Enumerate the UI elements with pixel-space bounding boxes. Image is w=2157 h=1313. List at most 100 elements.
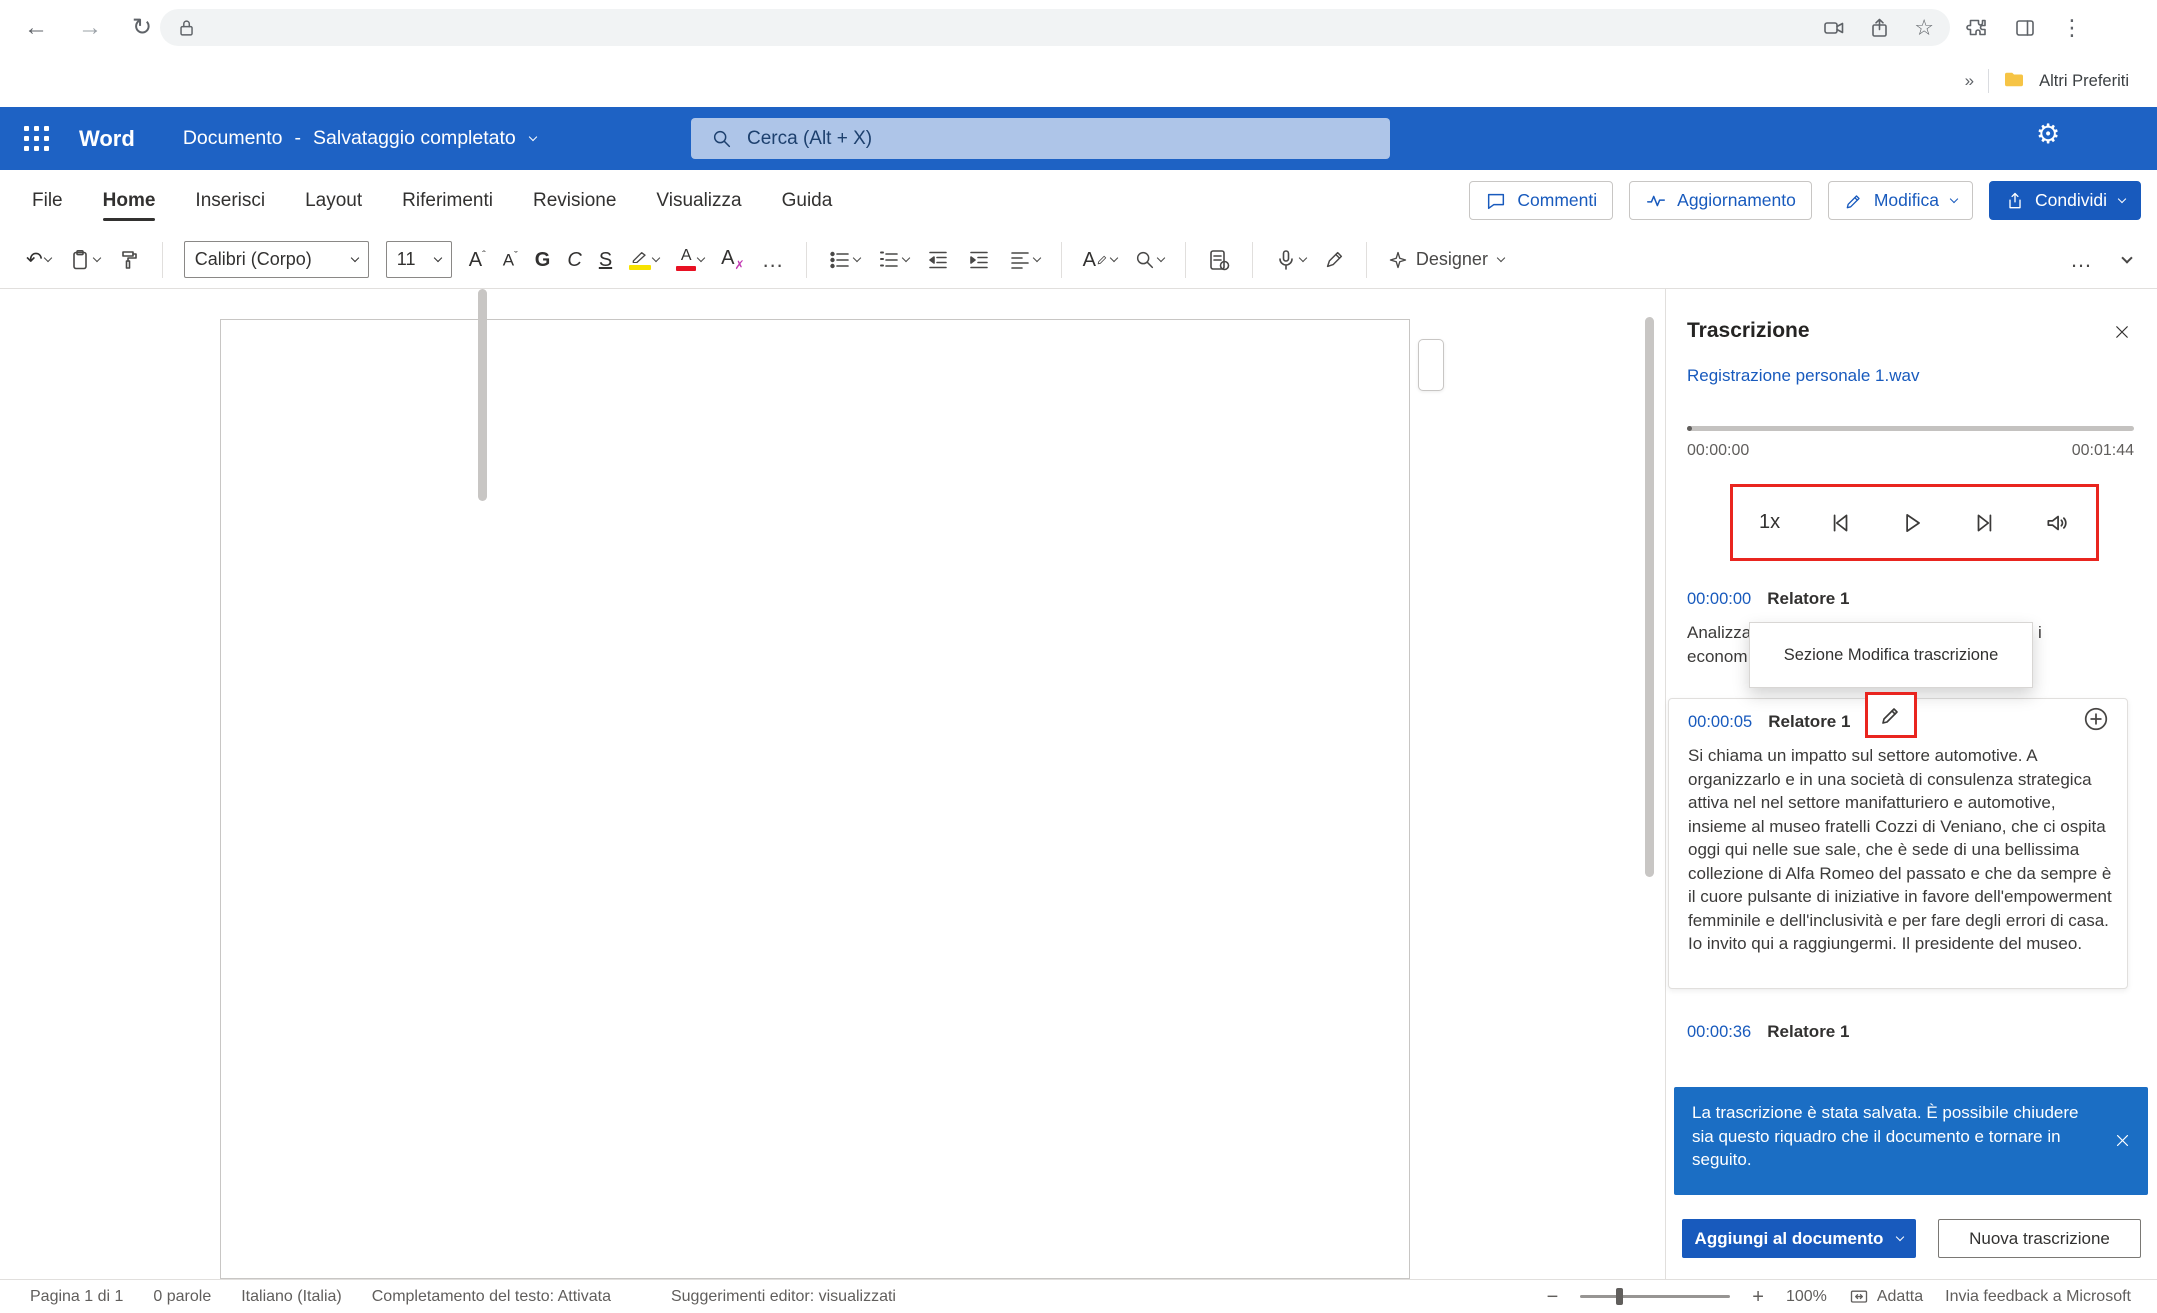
transcript-entry-1-header[interactable]: 00:00:00 Relatore 1 — [1687, 589, 1849, 609]
tab-layout[interactable]: Layout — [305, 170, 362, 231]
word-count[interactable]: 0 parole — [153, 1288, 211, 1306]
ribbon-overflow-button[interactable]: … — [762, 247, 785, 273]
tab-inserisci[interactable]: Inserisci — [195, 170, 265, 231]
playback-progress-bar[interactable] — [1687, 426, 2134, 431]
find-button[interactable] — [1134, 249, 1164, 271]
new-transcription-button[interactable]: Nuova trascrizione — [1938, 1219, 2141, 1258]
playback-speed-button[interactable]: 1x — [1759, 511, 1780, 534]
add-section-icon[interactable] — [2083, 706, 2109, 732]
omnibox-actions: ☆ — [1822, 15, 1934, 41]
bookmarks-overflow-button[interactable]: » — [1965, 71, 1974, 91]
entry-speaker: Relatore 1 — [1767, 589, 1849, 609]
alignment-button[interactable] — [1008, 248, 1040, 272]
clear-formatting-button[interactable]: A✗ — [721, 248, 744, 271]
dictate-button[interactable] — [1274, 248, 1306, 272]
extensions-icon[interactable] — [1965, 16, 1989, 40]
skip-back-icon[interactable] — [1827, 510, 1853, 536]
numbered-list-icon — [877, 248, 901, 272]
app-name[interactable]: Word — [79, 126, 135, 152]
tab-revisione[interactable]: Revisione — [533, 170, 616, 231]
document-scrollbar[interactable] — [1645, 317, 1654, 877]
entry-timestamp[interactable]: 00:00:05 — [1688, 713, 1752, 732]
font-size-select[interactable]: 11 — [386, 241, 452, 278]
close-panel-icon[interactable] — [2109, 319, 2135, 345]
close-notification-icon[interactable] — [2110, 1128, 2134, 1152]
transcript-entry-3-header[interactable]: 00:00:36 Relatore 1 — [1687, 1022, 1849, 1042]
tab-visualizza[interactable]: Visualizza — [656, 170, 741, 231]
decrease-indent-button[interactable] — [926, 248, 950, 272]
bold-button[interactable]: G — [535, 250, 551, 270]
tab-home[interactable]: Home — [103, 170, 156, 231]
language-status[interactable]: Italiano (Italia) — [241, 1288, 342, 1306]
share-button[interactable]: Condividi — [1989, 181, 2141, 220]
collapse-ribbon-button[interactable] — [2119, 258, 2131, 262]
ribbon-more-button[interactable]: … — [2070, 247, 2093, 273]
zoom-slider[interactable] — [1580, 1295, 1730, 1298]
tab-file[interactable]: File — [32, 170, 63, 231]
chevron-down-icon — [697, 253, 705, 261]
panel-scrollbar[interactable] — [478, 289, 487, 501]
comment-margin-button[interactable] — [1418, 339, 1444, 391]
text-completion-status[interactable]: Completamento del testo: Attivata — [372, 1288, 611, 1306]
browser-menu-icon[interactable]: ⋮ — [2061, 15, 2083, 41]
fit-button[interactable]: Adatta — [1849, 1287, 1923, 1307]
entry-timestamp[interactable]: 00:00:00 — [1687, 590, 1751, 609]
page-count[interactable]: Pagina 1 di 1 — [30, 1288, 123, 1306]
increase-indent-button[interactable] — [967, 248, 991, 272]
shrink-font-button[interactable]: Aˇ — [503, 251, 518, 269]
editing-mode-button[interactable]: Modifica — [1828, 181, 1973, 220]
forward-icon[interactable]: → — [78, 16, 102, 40]
zoom-slider-thumb[interactable] — [1616, 1288, 1623, 1305]
zoom-out-icon[interactable]: − — [1547, 1287, 1559, 1307]
address-bar[interactable]: ☆ — [160, 9, 1950, 46]
ellipsis-icon: … — [2070, 247, 2093, 273]
editor-button[interactable] — [1207, 248, 1231, 272]
font-name-select[interactable]: Calibri (Corpo) — [184, 241, 369, 278]
add-to-document-button[interactable]: Aggiungi al documento — [1682, 1219, 1916, 1258]
styles-icon: A — [1083, 250, 1096, 270]
back-icon[interactable]: ← — [24, 16, 48, 40]
tab-guida[interactable]: Guida — [782, 170, 833, 231]
play-icon[interactable] — [1899, 510, 1925, 536]
numbered-list-button[interactable] — [877, 248, 909, 272]
bookmarks-folder-label[interactable]: Altri Preferiti — [2039, 72, 2129, 91]
share-icon[interactable] — [1868, 16, 1892, 40]
designer-button[interactable]: Designer — [1388, 249, 1504, 270]
document-title-group[interactable]: Documento - Salvataggio completato — [183, 127, 536, 150]
zoom-in-icon[interactable]: + — [1752, 1287, 1764, 1307]
undo-button[interactable]: ↶ — [26, 250, 51, 270]
apps-grid-icon[interactable] — [24, 126, 49, 151]
recording-file-link[interactable]: Registrazione personale 1.wav — [1687, 366, 1919, 386]
edit-pen-icon — [1844, 191, 1864, 211]
highlight-color-button[interactable] — [629, 249, 659, 270]
paste-button[interactable] — [68, 248, 100, 272]
tab-riferimenti[interactable]: Riferimenti — [402, 170, 493, 231]
menu-tabs: File Home Inserisci Layout Riferimenti R… — [0, 170, 832, 231]
italic-button[interactable]: C — [567, 250, 581, 270]
bookmark-star-icon[interactable]: ☆ — [1914, 15, 1934, 41]
styles-button[interactable]: A — [1083, 250, 1117, 270]
volume-icon[interactable] — [2044, 510, 2070, 536]
catch-up-button[interactable]: Aggiornamento — [1629, 181, 1812, 220]
zoom-level[interactable]: 100% — [1786, 1288, 1827, 1306]
reload-icon[interactable]: ↻ — [132, 16, 152, 40]
skip-forward-icon[interactable] — [1972, 510, 1998, 536]
grow-font-button[interactable]: Aˆ — [469, 250, 486, 270]
editor-suggestions-status[interactable]: Suggerimenti editor: visualizzati — [671, 1288, 896, 1306]
edit-pencil-icon[interactable] — [1879, 703, 1903, 727]
feedback-link[interactable]: Invia feedback a Microsoft — [1945, 1288, 2131, 1306]
chevron-down-icon — [1157, 253, 1165, 261]
transcript-entry-2[interactable]: 00:00:05 Relatore 1 Si chiama un impatto… — [1668, 698, 2128, 989]
comments-button[interactable]: Commenti — [1469, 181, 1613, 220]
search-input[interactable]: Cerca (Alt + X) — [691, 118, 1390, 159]
bullet-list-button[interactable] — [828, 248, 860, 272]
font-color-button[interactable]: A — [676, 248, 704, 271]
document-page[interactable] — [220, 319, 1410, 1279]
underline-button[interactable]: S — [599, 250, 612, 270]
camera-icon[interactable] — [1822, 16, 1846, 40]
side-panel-icon[interactable] — [2013, 16, 2037, 40]
ink-editor-button[interactable] — [1323, 249, 1345, 271]
format-painter-button[interactable] — [117, 248, 141, 272]
settings-gear-icon[interactable]: ⚙ — [2036, 121, 2060, 148]
entry-timestamp[interactable]: 00:00:36 — [1687, 1023, 1751, 1042]
